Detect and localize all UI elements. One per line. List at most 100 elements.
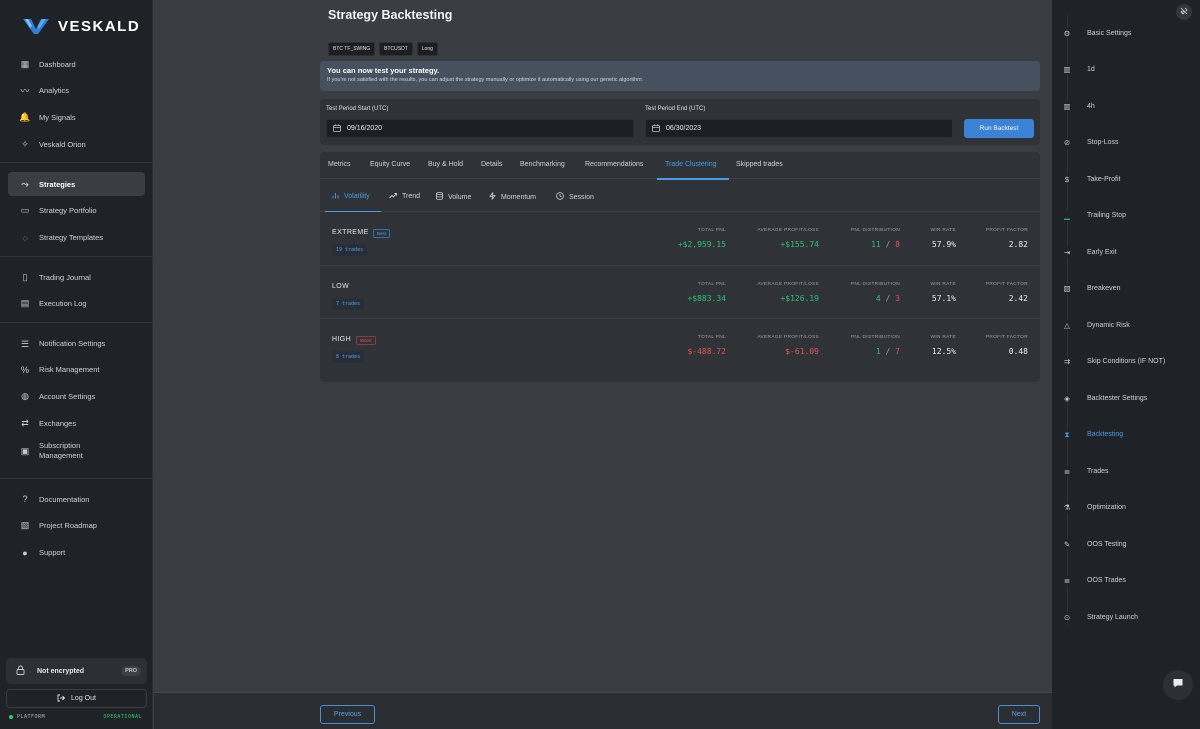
run-backtest-button[interactable]: Run Backtest	[964, 119, 1034, 138]
sidebar-item-subscription-management[interactable]: ▣ Subscription Management	[8, 438, 145, 464]
profit-factor-value: 2.42	[1008, 294, 1028, 303]
lightbulb-icon: ◌	[22, 232, 28, 243]
start-date-input[interactable]: 09/16/2020	[326, 119, 634, 138]
cluster-row: LOW 7 trades TOTAL PNL +$883.34 AVERAGE PROF…	[320, 265, 1040, 318]
collapse-toggle-button[interactable]	[1176, 4, 1192, 20]
sidebar-item-risk-management[interactable]: % Risk Management	[8, 358, 145, 382]
book-icon: ▯	[22, 271, 28, 282]
step-4h[interactable]: ▥ 4h	[1062, 99, 1095, 113]
sidebar-item-dashboard[interactable]: ▦ Dashboard	[8, 52, 145, 76]
calendar-icon: ▣	[20, 446, 30, 457]
start-date-label: Test Period Start (UTC)	[326, 106, 389, 112]
subtab-trend[interactable]: Trend	[389, 192, 420, 201]
step-label: Trailing Stop	[1087, 212, 1127, 219]
step-strategy-launch[interactable]: ⊙ Strategy Launch	[1062, 610, 1138, 624]
cluster-name: HIGH	[332, 336, 352, 343]
step-label: Optimization	[1087, 504, 1126, 511]
sidebar-item-label: Support	[39, 548, 66, 558]
sidebar-item-my-signals[interactable]: 🔔 My Signals	[8, 106, 145, 130]
percent-icon: %	[20, 364, 29, 375]
sidebar-item-exchanges[interactable]: ⇄ Exchanges	[8, 411, 145, 435]
tab-equity-curve[interactable]: Equity Curve	[370, 161, 410, 168]
step-stop-loss[interactable]: ⊘ Stop-Loss	[1062, 136, 1119, 150]
step-breakeven[interactable]: ▨ Breakeven	[1062, 282, 1120, 296]
tab-skipped-trades[interactable]: Skipped trades	[736, 161, 783, 168]
skip-icon: ⇉	[1062, 356, 1072, 367]
step-backtester-settings[interactable]: ◈ Backtester Settings	[1062, 391, 1147, 405]
sidebar-item-label: Documentation	[39, 494, 90, 504]
subtab-session[interactable]: Session	[556, 192, 594, 202]
list-icon: ≣	[1062, 575, 1072, 586]
sidebar-item-label: Veskald Orion	[39, 139, 86, 149]
sidebar-divider	[0, 322, 153, 323]
cluster-row: HIGH Worst 8 trades TOTAL PNL $-488.72 AVERAG…	[320, 318, 1040, 371]
tab-recommendations[interactable]: Recommendations	[585, 161, 643, 168]
step-label: Backtesting	[1087, 431, 1124, 438]
brand-logo[interactable]: VESKALD	[22, 16, 140, 36]
metric-label: TOTAL PNL	[697, 228, 726, 233]
trade-count-badge[interactable]: 8 trades	[332, 351, 365, 363]
pin-off-icon	[1180, 7, 1188, 17]
sidebar-item-execution-log[interactable]: ▤ Execution Log	[8, 292, 145, 316]
sidebar-item-notification-settings[interactable]: ☰ Notification Settings	[8, 331, 145, 357]
metric-label: PROFIT FACTOR	[985, 228, 1028, 233]
sidebar-item-veskald-orion[interactable]: ✧ Veskald Orion	[8, 132, 145, 156]
avg-pnl-value: +$155.74	[780, 240, 819, 249]
step-oos-trades[interactable]: ≣ OOS Trades	[1062, 574, 1126, 588]
step-skip-conditions-if-not[interactable]: ⇉ Skip Conditions (IF NOT)	[1062, 355, 1165, 369]
platform-label: PLATFORM	[17, 714, 46, 720]
sidebar-item-strategy-portfolio[interactable]: ▭ Strategy Portfolio	[8, 199, 145, 223]
strategy-tags: BTC TF_SWING BTCUSDT Long	[328, 42, 438, 56]
trade-count-badge[interactable]: 7 trades	[332, 298, 365, 310]
chart-icon: ▥	[1062, 101, 1072, 111]
sidebar-item-label: Subscription Management	[39, 441, 83, 461]
tab-details[interactable]: Details	[481, 161, 502, 168]
step-oos-testing[interactable]: ✎ OOS Testing	[1062, 537, 1127, 551]
metric-label: WIN RATE	[930, 335, 956, 340]
chat-support-button[interactable]	[1163, 670, 1193, 700]
step-trailing-stop[interactable]: ▁ Trailing Stop	[1062, 209, 1126, 223]
sidebar-item-support[interactable]: ● Support	[8, 541, 145, 565]
sidebar-item-project-roadmap[interactable]: ▧ Project Roadmap	[8, 514, 145, 538]
encryption-status[interactable]: Not encrypted PRO	[6, 658, 147, 684]
previous-button[interactable]: Previous	[320, 705, 375, 724]
subtab-momentum[interactable]: Momentum	[489, 192, 536, 202]
calendar-icon	[652, 124, 660, 134]
route-icon: ⤳	[21, 178, 29, 189]
help-icon: ?	[22, 494, 28, 504]
tab-buy-hold[interactable]: Buy & Hold	[428, 161, 463, 168]
step-optimization[interactable]: ⚗ Optimization	[1062, 501, 1126, 515]
info-heading: You can now test your strategy.	[327, 66, 440, 75]
end-date-input[interactable]: 06/30/2023	[645, 119, 953, 138]
sidebar-item-strategies[interactable]: ⤳ Strategies	[8, 172, 145, 196]
step-backtesting[interactable]: ⧗ Backtesting	[1062, 428, 1123, 442]
tab-trade-clustering[interactable]: Trade Clustering	[665, 161, 717, 168]
metric-label: PNL DISTRIBUTION	[850, 282, 900, 287]
tab-metrics[interactable]: Metrics	[328, 161, 351, 168]
subtab-volume[interactable]: Volume	[436, 192, 471, 202]
step-take-profit[interactable]: $ Take-Profit	[1062, 172, 1120, 186]
tab-benchmarking[interactable]: Benchmarking	[520, 161, 565, 168]
step-early-exit[interactable]: ⇥ Early Exit	[1062, 245, 1117, 259]
sidebar-item-account-settings[interactable]: ◍ Account Settings	[8, 385, 145, 409]
subtab-volume-label: Volume	[448, 193, 472, 201]
sidebar-item-label: Strategies	[39, 179, 76, 189]
losses-count: 7	[895, 347, 900, 356]
win-rate-value: 57.1%	[931, 294, 956, 303]
logout-button[interactable]: Log Out	[6, 689, 147, 708]
subtab-volatility[interactable]: Volatility	[332, 192, 370, 201]
pen-icon: ✎	[1062, 539, 1072, 549]
sidebar-item-documentation[interactable]: ? Documentation	[8, 487, 145, 511]
next-button[interactable]: Next	[998, 705, 1040, 724]
sidebar-item-strategy-templates[interactable]: ◌ Strategy Templates	[8, 226, 145, 250]
win-rate-value: 57.9%	[931, 240, 956, 249]
sidebar-divider	[0, 256, 153, 257]
step-trades[interactable]: ≣ Trades	[1062, 464, 1109, 478]
step-basic-settings[interactable]: ⚙ Basic Settings	[1062, 26, 1131, 40]
step-dynamic-risk[interactable]: △ Dynamic Risk	[1062, 318, 1130, 332]
sidebar-item-trading-journal[interactable]: ▯ Trading Journal	[8, 265, 145, 289]
sidebar-item-analytics[interactable]: 〰 Analytics	[8, 79, 145, 103]
trade-count-badge[interactable]: 19 trades	[332, 244, 368, 256]
step-1d[interactable]: ▥ 1d	[1062, 63, 1095, 77]
plan-badge: PRO	[121, 666, 141, 676]
